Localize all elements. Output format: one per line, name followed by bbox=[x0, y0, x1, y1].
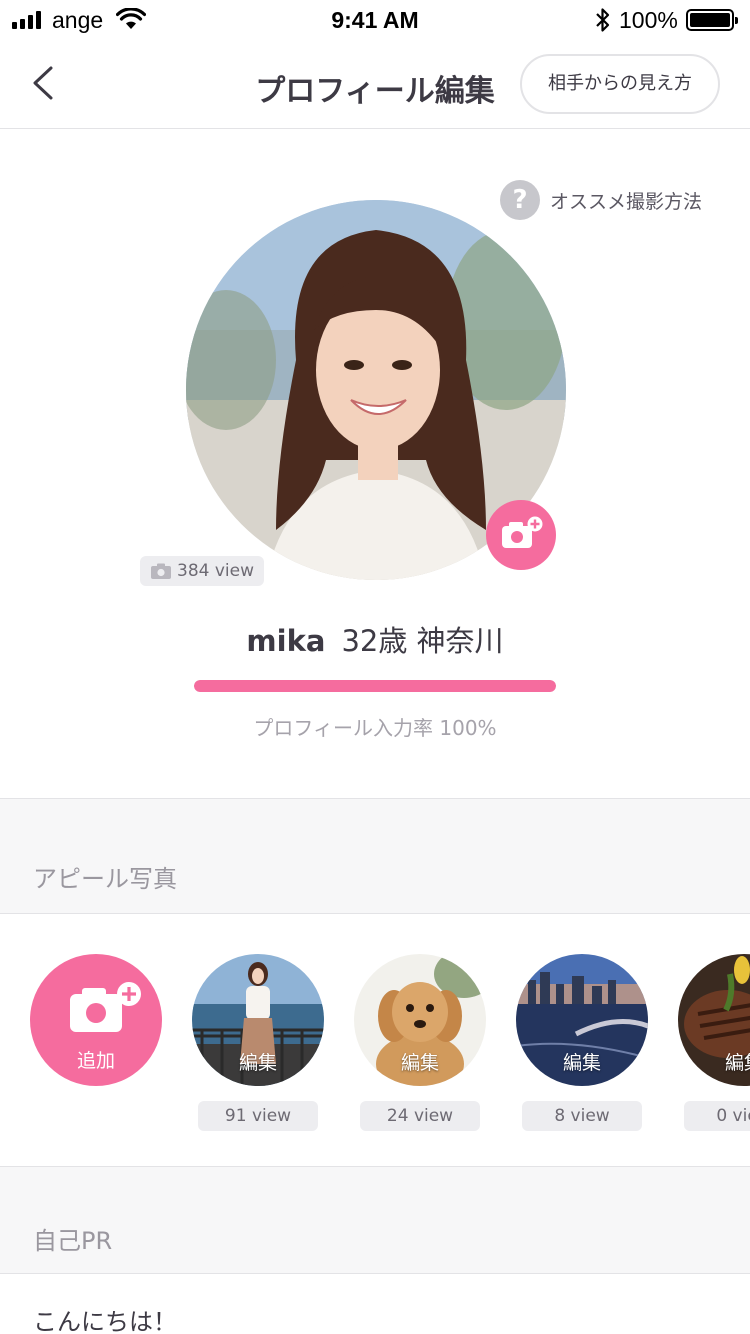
profile-photo-view-count: 384 view bbox=[140, 556, 264, 586]
edit-photo-1-label: 編集 bbox=[238, 1052, 277, 1074]
photo-tips-link[interactable]: ? オススメ撮影方法 bbox=[500, 180, 702, 220]
camera-plus-icon bbox=[502, 516, 543, 548]
edit-photo-3-label: 編集 bbox=[562, 1052, 601, 1074]
battery-percent: 100% bbox=[619, 7, 678, 33]
status-bar: ange 9:41 AM 100% bbox=[0, 0, 750, 40]
add-photo-button[interactable]: 追加 bbox=[30, 954, 162, 1086]
appeal-photo-1[interactable]: 編集 bbox=[192, 954, 324, 1086]
photo-1-view-count: 91 view bbox=[198, 1101, 318, 1131]
photo-3-view-count: 8 view bbox=[522, 1101, 642, 1131]
profile-completion-bar bbox=[194, 680, 556, 692]
appeal-section-header: アピール写真 bbox=[0, 798, 750, 914]
appeal-section-title: アピール写真 bbox=[33, 865, 177, 893]
appeal-photo-3[interactable]: 編集 bbox=[516, 954, 648, 1086]
appeal-photo-4[interactable]: 編集 bbox=[678, 954, 750, 1086]
help-icon: ? bbox=[500, 180, 540, 220]
add-photo-label: 追加 bbox=[76, 1050, 115, 1072]
camera-icon bbox=[151, 563, 171, 579]
nav-bar: プロフィール編集 相手からの見え方 bbox=[0, 40, 750, 129]
self-pr-section-header: 自己PR bbox=[0, 1166, 750, 1274]
photo-2-view-count: 24 view bbox=[360, 1101, 480, 1131]
profile-completion-fill bbox=[194, 680, 556, 692]
bluetooth-icon bbox=[596, 8, 610, 32]
profile-name: mika bbox=[246, 624, 326, 658]
profile-age-location: 32歳 神奈川 bbox=[341, 624, 504, 658]
profile-completion-label: プロフィール入力率 100% bbox=[253, 716, 497, 740]
battery-icon bbox=[686, 9, 738, 31]
photo-tips-label: オススメ撮影方法 bbox=[550, 190, 703, 213]
self-pr-text[interactable]: こんにちは！ bbox=[33, 1302, 177, 1334]
appeal-photo-list[interactable]: 追加 編集 91 view 編集 24 view 編集 8 view 編 0 v… bbox=[0, 913, 750, 1166]
appeal-photo-2[interactable]: 編集 bbox=[354, 954, 486, 1086]
photo-4-view-count: 0 view bbox=[684, 1101, 750, 1131]
self-pr-section-title: 自己PR bbox=[33, 1227, 113, 1255]
preview-as-others-button[interactable]: 相手からの見え方 bbox=[520, 54, 720, 114]
profile-summary: mika 32歳 神奈川 bbox=[0, 618, 750, 660]
edit-photo-2-label: 編集 bbox=[400, 1052, 439, 1074]
change-photo-button[interactable] bbox=[486, 500, 556, 570]
edit-photo-4-label: 編集 bbox=[724, 1052, 750, 1074]
profile-view-count-label: 384 view bbox=[177, 561, 254, 581]
